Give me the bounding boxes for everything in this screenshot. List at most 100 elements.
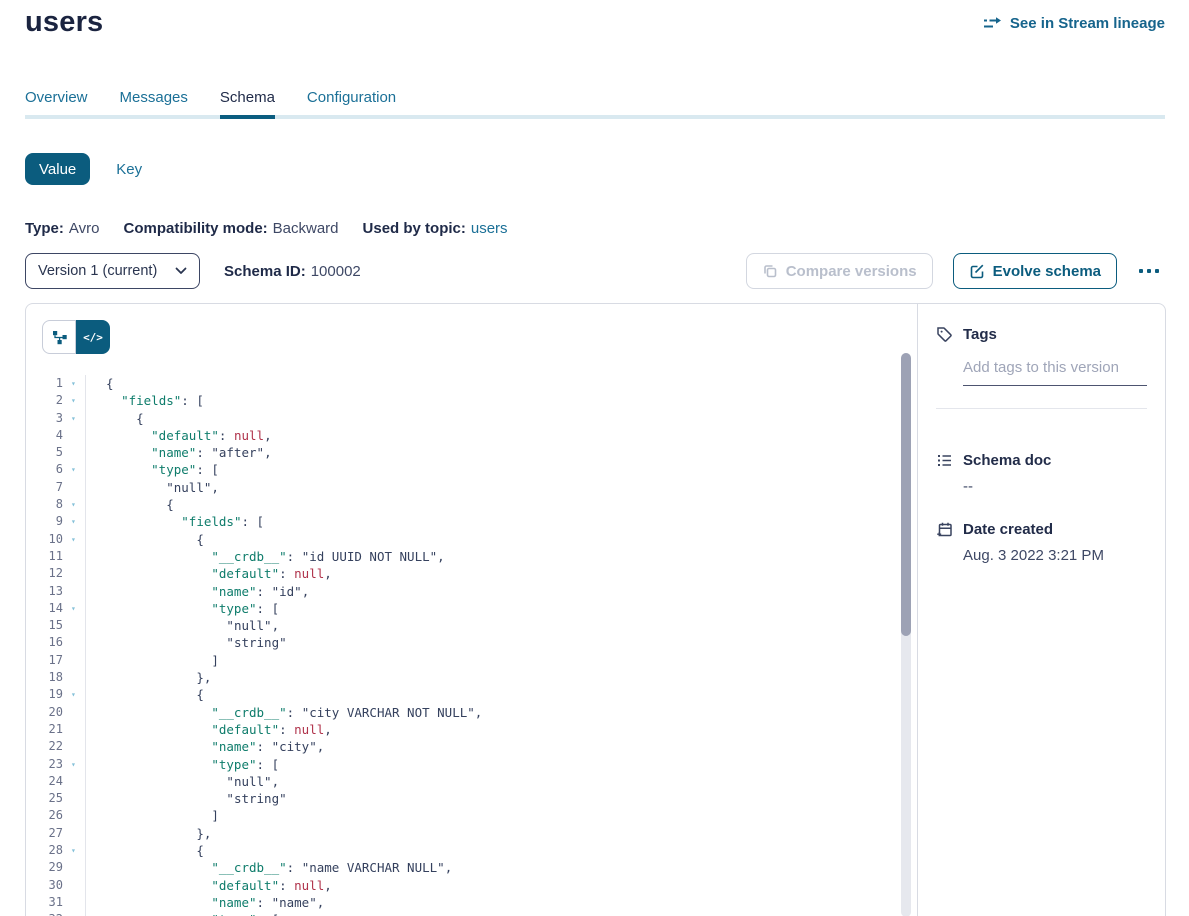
code-line: 14▾ "type": [ xyxy=(26,600,893,617)
value-toggle-button[interactable]: Value xyxy=(25,153,90,185)
line-number: 3 xyxy=(26,410,63,427)
code-line: 18 }, xyxy=(26,669,893,686)
code-view-icon: </> xyxy=(83,331,103,344)
line-number: 17 xyxy=(26,652,63,669)
code-line: 15 "null", xyxy=(26,617,893,634)
code-line: 7 "null", xyxy=(26,479,893,496)
more-options-button[interactable] xyxy=(1133,263,1165,279)
code-text: }, xyxy=(85,669,893,686)
code-line: 27 }, xyxy=(26,825,893,842)
code-text: { xyxy=(85,410,893,427)
code-text: "fields": [ xyxy=(85,392,893,409)
edit-icon xyxy=(969,263,985,279)
fold-spacer xyxy=(63,548,85,565)
line-number: 24 xyxy=(26,773,63,790)
schema-part-toggle: Value Key xyxy=(25,153,142,185)
fold-spacer xyxy=(63,807,85,824)
code-text: "type": [ xyxy=(85,461,893,478)
fold-spacer xyxy=(63,634,85,651)
fold-spacer xyxy=(63,877,85,894)
code-text: "string" xyxy=(85,790,893,807)
code-text: "__crdb__": "city VARCHAR NOT NULL", xyxy=(85,704,893,721)
fold-toggle-icon[interactable]: ▾ xyxy=(63,496,85,513)
fold-toggle-icon[interactable]: ▾ xyxy=(63,410,85,427)
line-number: 13 xyxy=(26,583,63,600)
schema-id-value: 100002 xyxy=(311,263,361,280)
used-by-topic-field: Used by topic:users xyxy=(363,220,508,237)
code-view-button[interactable]: </> xyxy=(76,320,110,354)
line-number: 23 xyxy=(26,756,63,773)
code-line: 25 "string" xyxy=(26,790,893,807)
chevron-down-icon xyxy=(175,267,187,275)
code-line: 2▾ "fields": [ xyxy=(26,392,893,409)
fold-spacer xyxy=(63,790,85,807)
fold-toggle-icon[interactable]: ▾ xyxy=(63,461,85,478)
fold-toggle-icon[interactable]: ▾ xyxy=(63,392,85,409)
date-created-title: Date created xyxy=(963,521,1053,538)
topic-link[interactable]: users xyxy=(471,220,508,237)
line-number: 28 xyxy=(26,842,63,859)
tab-schema[interactable]: Schema xyxy=(220,89,275,106)
calendar-plus-icon xyxy=(936,521,953,538)
code-line: 23▾ "type": [ xyxy=(26,756,893,773)
version-select[interactable]: Version 1 (current) xyxy=(25,253,200,289)
line-number: 12 xyxy=(26,565,63,582)
fold-spacer xyxy=(63,825,85,842)
type-label: Type: xyxy=(25,220,64,237)
code-line: 13 "name": "id", xyxy=(26,583,893,600)
line-number: 9 xyxy=(26,513,63,530)
code-text: }, xyxy=(85,825,893,842)
fold-toggle-icon[interactable]: ▾ xyxy=(63,531,85,548)
editor-scrollbar-thumb[interactable] xyxy=(901,353,911,636)
fold-spacer xyxy=(63,738,85,755)
add-tags-input[interactable] xyxy=(963,359,1147,386)
tab-messages[interactable]: Messages xyxy=(120,89,188,106)
line-number: 2 xyxy=(26,392,63,409)
tree-view-button[interactable] xyxy=(42,320,76,354)
code-line: 3▾ { xyxy=(26,410,893,427)
date-created-section-header: Date created xyxy=(936,521,1147,538)
version-bar: Version 1 (current) Schema ID:100002 Com… xyxy=(25,253,1165,289)
line-number: 32 xyxy=(26,911,63,916)
code-line: 11 "__crdb__": "id UUID NOT NULL", xyxy=(26,548,893,565)
line-number: 11 xyxy=(26,548,63,565)
code-text: "type": [ xyxy=(85,911,893,916)
fold-toggle-icon[interactable]: ▾ xyxy=(63,513,85,530)
fold-spacer xyxy=(63,652,85,669)
key-toggle-link[interactable]: Key xyxy=(116,161,142,178)
code-text: "name": "city", xyxy=(85,738,893,755)
code-text: "fields": [ xyxy=(85,513,893,530)
fold-toggle-icon[interactable]: ▾ xyxy=(63,842,85,859)
line-number: 7 xyxy=(26,479,63,496)
line-number: 29 xyxy=(26,859,63,876)
fold-toggle-icon[interactable]: ▾ xyxy=(63,686,85,703)
compare-versions-button[interactable]: Compare versions xyxy=(746,253,933,289)
fold-spacer xyxy=(63,565,85,582)
tag-icon xyxy=(936,326,953,343)
line-number: 25 xyxy=(26,790,63,807)
evolve-schema-button[interactable]: Evolve schema xyxy=(953,253,1117,289)
stream-lineage-link[interactable]: See in Stream lineage xyxy=(983,15,1165,32)
code-line: 29 "__crdb__": "name VARCHAR NULL", xyxy=(26,859,893,876)
code-line: 5 "name": "after", xyxy=(26,444,893,461)
line-number: 18 xyxy=(26,669,63,686)
code-text: "default": null, xyxy=(85,565,893,582)
editor-scrollbar[interactable] xyxy=(901,353,911,916)
line-number: 20 xyxy=(26,704,63,721)
fold-toggle-icon[interactable]: ▾ xyxy=(63,375,85,392)
code-text: { xyxy=(85,496,893,513)
line-number: 26 xyxy=(26,807,63,824)
code-line: 31 "name": "name", xyxy=(26,894,893,911)
fold-toggle-icon[interactable]: ▾ xyxy=(63,600,85,617)
fold-toggle-icon[interactable]: ▾ xyxy=(63,756,85,773)
schema-meta-row: Type:Avro Compatibility mode:Backward Us… xyxy=(25,220,508,237)
fold-toggle-icon[interactable]: ▾ xyxy=(63,911,85,916)
evolve-schema-label: Evolve schema xyxy=(993,263,1101,280)
tab-configuration[interactable]: Configuration xyxy=(307,89,396,106)
editor-view-toggle: </> xyxy=(42,320,110,354)
schema-sidebar: Tags Schema doc -- xyxy=(918,304,1165,916)
line-number: 8 xyxy=(26,496,63,513)
line-number: 15 xyxy=(26,617,63,634)
tab-overview[interactable]: Overview xyxy=(25,89,88,106)
schema-doc-section-header: Schema doc xyxy=(936,452,1147,469)
